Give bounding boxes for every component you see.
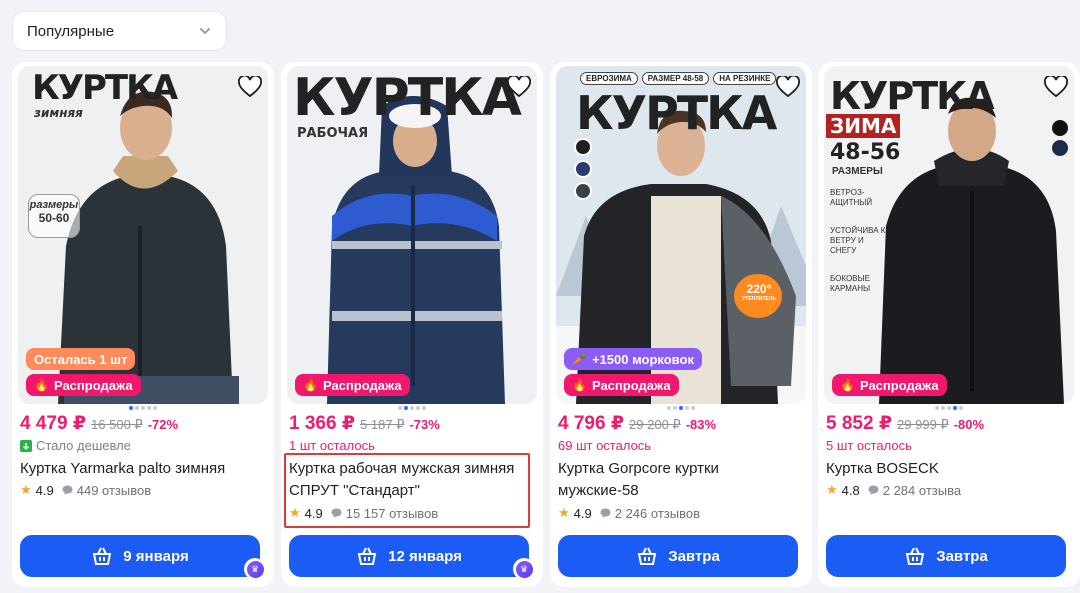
price: 1 366 ₽ (289, 413, 356, 434)
price: 5 852 ₽ (826, 413, 893, 434)
discount: -83% (685, 417, 717, 432)
product-card[interactable]: ЕВРОЗИМА РАЗМЕР 48-58 НА РЕЗИНКЕ КУРТКА … (550, 62, 812, 587)
image-pager[interactable] (550, 406, 812, 410)
image-headline: КУРТКА (830, 74, 995, 118)
carrot-icon: 🥕 (572, 352, 587, 366)
image-sizes-label: РАЗМЕРЫ (832, 166, 883, 177)
price-row: 4 796 ₽ 29 200 ₽ -83% (558, 412, 716, 435)
feature-list: ВЕТРОЗ-АЩИТНЫЙ УСТОЙЧИВА К ВЕТРУ И СНЕГУ… (830, 188, 886, 293)
rating: ★ 4.9 2 246 отзывов (558, 505, 700, 521)
product-title[interactable]: Куртка Yarmarka palto зимняя (20, 458, 260, 480)
image-sub: зимняя (34, 106, 83, 120)
price: 4 796 ₽ (558, 413, 625, 434)
sale-badge: 🔥 Распродажа (832, 374, 947, 396)
image-sizes: 48-56 (830, 140, 901, 165)
price-row: 4 479 ₽ 16 500 ₽ -72% (20, 412, 178, 435)
highlight-box (284, 453, 530, 528)
heart-icon[interactable] (776, 76, 800, 98)
sale-badge: 🔥 Распродажа (26, 374, 141, 396)
fire-icon: 🔥 (34, 378, 49, 392)
price: 4 479 ₽ (20, 413, 87, 434)
image-pager[interactable] (818, 406, 1080, 410)
sort-label: Популярные (27, 22, 115, 40)
premium-icon: ♛ (244, 558, 266, 580)
sort-dropdown[interactable]: Популярные (12, 11, 227, 51)
rating: ★ 4.9 449 отзывов (20, 482, 152, 498)
product-title[interactable]: Куртка Gorpcore куртки мужские-58 (558, 458, 798, 502)
delivery-button[interactable]: 12 января (289, 535, 529, 577)
heart-icon[interactable] (238, 76, 262, 98)
basket-icon (357, 547, 377, 565)
feature-chips: ЕВРОЗИМА РАЗМЕР 48-58 НА РЕЗИНКЕ (580, 72, 777, 85)
image-sub: РАБОЧАЯ (297, 126, 369, 141)
sale-badge: 🔥 Распродажа (564, 374, 679, 396)
image-headline: КУРТКА (293, 68, 522, 128)
premium-icon: ♛ (513, 558, 535, 580)
delivery-button[interactable]: Завтра (558, 535, 798, 577)
price-down-icon (20, 439, 32, 452)
image-headline: КУРТКА (576, 86, 777, 140)
price-row: 1 366 ₽ 5 187 ₽ -73% (289, 412, 440, 435)
heart-icon[interactable] (507, 76, 531, 98)
stock-note: 1 шт осталось (289, 438, 375, 453)
stock-badge: Осталась 1 шт (26, 348, 136, 370)
discount: -73% (409, 417, 440, 432)
discount: -72% (147, 417, 179, 432)
old-price: 5 187 ₽ (360, 417, 405, 432)
product-image[interactable]: КУРТКА ЗИМА 48-56 РАЗМЕРЫ ВЕТРОЗ-АЩИТНЫЙ… (824, 66, 1074, 404)
fire-icon: 🔥 (572, 378, 587, 392)
image-headline: КУРТКА (32, 68, 178, 108)
star-icon: ★ (20, 482, 32, 497)
comment-icon (62, 485, 73, 495)
delivery-button[interactable]: Завтра (826, 535, 1066, 577)
star-icon: ★ (826, 482, 838, 497)
basket-icon (905, 547, 925, 565)
product-title[interactable]: Куртка BOSECK (826, 458, 1066, 480)
old-price: 16 500 ₽ (91, 417, 143, 432)
product-image[interactable]: КУРТКА РАБОЧАЯ 🔥 Распродажа (287, 66, 537, 404)
product-card[interactable]: КУРТКА зимняя размеры 50-60 Осталась 1 ш… (12, 62, 274, 587)
bonus-badge: 🥕 +1500 морковок (564, 348, 702, 370)
comment-icon (600, 508, 611, 518)
delivery-button[interactable]: 9 января (20, 535, 260, 577)
star-icon: ★ (558, 505, 570, 520)
product-image[interactable]: ЕВРОЗИМА РАЗМЕР 48-58 НА РЕЗИНКЕ КУРТКА … (556, 66, 806, 404)
insulation-badge: 220° УТЕПЛИТЕЛЬ (742, 282, 776, 302)
fire-icon: 🔥 (840, 378, 855, 392)
product-card[interactable]: КУРТКА ЗИМА 48-56 РАЗМЕРЫ ВЕТРОЗ-АЩИТНЫЙ… (818, 62, 1080, 587)
old-price: 29 999 ₽ (897, 417, 949, 432)
image-zima: ЗИМА (826, 114, 901, 138)
rating: ★ 4.8 2 284 отзыва (826, 482, 962, 498)
price-drop-note: Стало дешевле (20, 438, 131, 453)
basket-icon (93, 547, 112, 565)
price-row: 5 852 ₽ 29 999 ₽ -80% (826, 412, 984, 435)
stock-note: 5 шт осталось (826, 438, 912, 453)
heart-icon[interactable] (1044, 76, 1068, 98)
size-tag: размеры 50-60 (28, 194, 80, 238)
product-image[interactable]: КУРТКА зимняя размеры 50-60 Осталась 1 ш… (18, 66, 268, 404)
comment-icon (868, 485, 879, 495)
discount: -80% (953, 417, 985, 432)
chevron-down-icon (200, 28, 210, 35)
image-pager[interactable] (281, 406, 543, 410)
basket-icon (637, 547, 657, 565)
color-swatches[interactable] (574, 138, 592, 200)
stock-note: 69 шт осталось (558, 438, 652, 453)
product-card[interactable]: КУРТКА РАБОЧАЯ 🔥 Распродажа 1 366 ₽ 5 187… (281, 62, 543, 587)
image-pager[interactable] (12, 406, 274, 410)
fire-icon: 🔥 (303, 378, 318, 392)
sale-badge: 🔥 Распродажа (295, 374, 410, 396)
old-price: 29 200 ₽ (629, 417, 681, 432)
